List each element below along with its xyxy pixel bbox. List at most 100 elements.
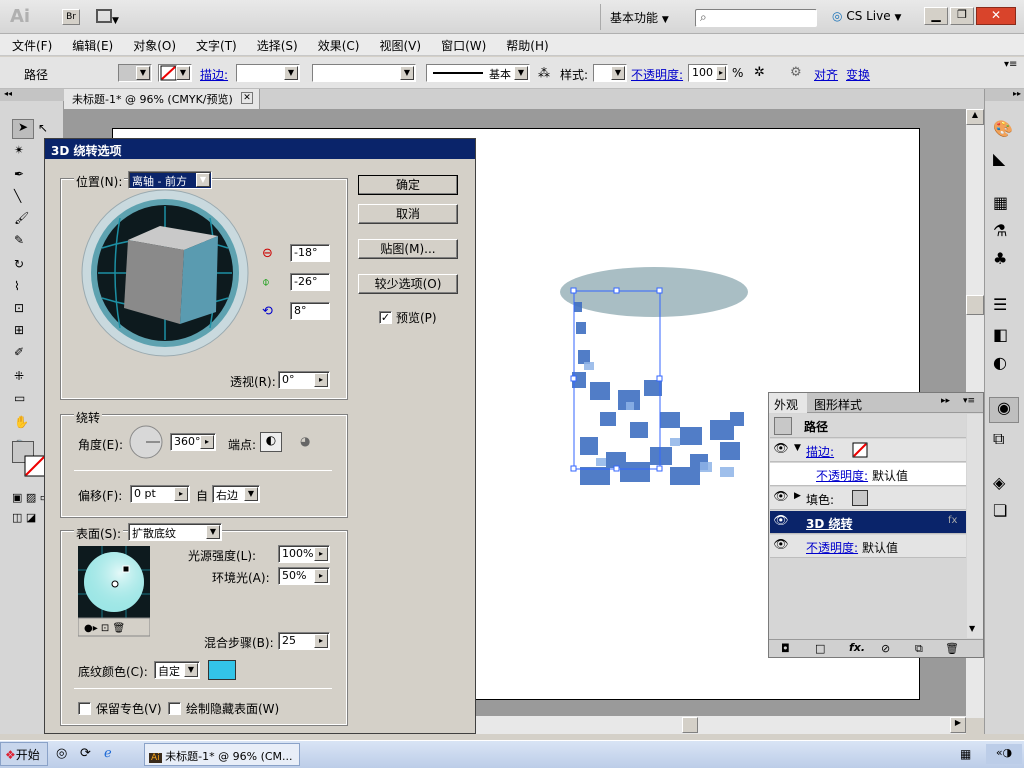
swatches-icon[interactable]: ▦ <box>993 193 1008 212</box>
transform-link[interactable]: 变换 <box>846 66 870 83</box>
menu-view[interactable]: 视图(V) <box>367 34 429 54</box>
eye-icon[interactable]: 👁 <box>772 489 790 507</box>
rotate-y-field[interactable]: -26° <box>290 273 330 291</box>
cs-live-button[interactable]: ◎ CS Live ▼ <box>832 9 916 27</box>
warp-tool[interactable]: ⌇ <box>14 279 20 293</box>
paintbrush-tool[interactable]: 🖌 <box>14 211 29 225</box>
horizontal-scroll-thumb[interactable] <box>682 717 698 733</box>
tray-expand-icon[interactable]: «◑ <box>986 744 1022 764</box>
disclosure-closed-icon[interactable]: ▶ <box>794 491 801 501</box>
recolor-icon[interactable]: ✲ <box>754 65 765 80</box>
taskbar-task-illustrator[interactable]: Ai 未标题-1* @ 96% (CM... <box>144 743 300 766</box>
cancel-button[interactable]: 取消 <box>358 204 458 224</box>
cylinder-artwork[interactable] <box>560 262 760 497</box>
scroll-up-icon[interactable]: ▲ <box>966 109 984 125</box>
document-tab[interactable]: 未标题-1* @ 96% (CMYK/预览) ✕ <box>64 89 260 109</box>
symbol-sprayer-tool[interactable]: ⁜ <box>14 369 24 383</box>
variable-width-field[interactable]: ▼ <box>312 64 416 82</box>
fill-row[interactable]: 👁 ▶ 填色: <box>770 487 966 510</box>
close-icon[interactable]: ✕ <box>241 92 253 104</box>
preserve-spot-checkbox[interactable] <box>78 702 91 715</box>
preview-checkbox[interactable]: ✓ <box>379 311 392 324</box>
stroke-opacity-row[interactable]: 不透明度: 默认值 <box>770 463 966 486</box>
menu-file[interactable]: 文件(F) <box>0 34 60 54</box>
ambient-light-field[interactable]: 50% ▸ <box>278 567 330 585</box>
cap-on-icon[interactable]: ◐ <box>260 432 282 452</box>
rotate-tool[interactable]: ↻ <box>14 257 24 271</box>
rotation-track-cube[interactable] <box>80 188 250 358</box>
close-button[interactable]: ✕ <box>976 7 1016 25</box>
opacity-field[interactable]: 100 ▸ <box>688 64 728 82</box>
vertical-scroll-thumb[interactable] <box>966 295 984 315</box>
eye-icon[interactable]: 👁 <box>772 441 790 459</box>
isolate-icon[interactable]: ⚙ <box>790 65 802 80</box>
selection-tool[interactable]: ➤ <box>12 119 34 139</box>
color-guide-icon[interactable]: ◣ <box>993 149 1005 168</box>
appearance-scrollbar[interactable]: ▼ <box>967 414 983 638</box>
opacity-link[interactable]: 不透明度: <box>631 66 683 83</box>
disclosure-open-icon[interactable]: ▼ <box>794 443 801 453</box>
expand-icon[interactable]: ▸▸ <box>941 396 950 406</box>
gradient-icon[interactable]: ◧ <box>993 325 1008 344</box>
restore-button[interactable]: ❐ <box>950 7 974 25</box>
graphic-styles-icon[interactable]: ⧉ <box>993 429 1004 449</box>
ie-icon[interactable]: ℯ <box>104 746 112 761</box>
menu-type[interactable]: 文字(T) <box>184 34 245 54</box>
minimize-button[interactable]: ▁ <box>924 7 948 25</box>
hand-tool[interactable]: ✋ <box>14 415 29 429</box>
menu-effect[interactable]: 效果(C) <box>306 34 368 54</box>
chrome-icon[interactable]: ◎ <box>56 746 67 761</box>
new-art-basic-icon[interactable]: ◘ <box>781 642 790 655</box>
angle-field[interactable]: 360° ▸ <box>170 433 216 451</box>
eyedropper-tool[interactable]: ✐ <box>14 345 24 359</box>
trash-icon[interactable]: 🗑 <box>945 642 959 655</box>
fewer-options-button[interactable]: 较少选项(O) <box>358 274 458 294</box>
color-panel-icon[interactable]: 🎨 <box>993 119 1013 138</box>
transparency-icon[interactable]: ◐ <box>993 353 1007 372</box>
draw-hidden-checkbox[interactable] <box>168 702 181 715</box>
magic-wand-tool[interactable]: ✴ <box>14 143 24 157</box>
tab-appearance[interactable]: 外观 <box>769 393 807 413</box>
menu-object[interactable]: 对象(O) <box>121 34 184 54</box>
clear-appearance-icon[interactable]: □ <box>815 642 825 655</box>
stroke-weight-field[interactable]: ▼ <box>236 64 300 82</box>
brushes-icon[interactable]: ⚗ <box>993 221 1007 240</box>
pencil-tool[interactable]: ✎ <box>14 233 24 247</box>
stroke-link[interactable]: 描边: <box>200 66 228 83</box>
scroll-right-icon[interactable]: ▶ <box>950 717 966 733</box>
rotate-z-field[interactable]: 8° <box>290 302 330 320</box>
mesh-tool[interactable]: ⊞ <box>14 323 24 337</box>
line-tool[interactable]: ╲ <box>14 189 21 203</box>
graphic-style-swatch[interactable]: ▼ <box>593 64 627 82</box>
perspective-field[interactable]: 0° ▸ <box>278 371 330 389</box>
menu-edit[interactable]: 编辑(E) <box>60 34 121 54</box>
lighting-sphere[interactable]: ●▸ ⊡ 🗑 <box>78 546 150 638</box>
rotate-x-field[interactable]: -18° <box>290 244 330 262</box>
shade-color-swatch[interactable] <box>208 660 236 680</box>
stroke-swatch[interactable]: ▼ <box>158 64 192 82</box>
map-art-button[interactable]: 贴图(M)... <box>358 239 458 259</box>
artboard-tool[interactable]: ▭ <box>14 391 25 405</box>
direct-selection-tool[interactable]: ↖ <box>38 121 48 135</box>
scroll-down-icon[interactable]: ▼ <box>969 624 975 633</box>
horizontal-scrollbar[interactable]: ▶ <box>476 716 966 734</box>
layers-icon[interactable]: ◈ <box>993 473 1005 492</box>
opacity-row[interactable]: 👁 不透明度: 默认值 <box>770 535 966 558</box>
menu-select[interactable]: 选择(S) <box>245 34 306 54</box>
stroke-opacity-link[interactable]: 不透明度: <box>816 467 868 484</box>
stroke-row[interactable]: 👁 ▼ 描边: <box>770 439 966 462</box>
from-select[interactable]: 右边 ▼ <box>212 485 260 503</box>
pen-tool[interactable]: ✒ <box>14 167 24 181</box>
app-icon[interactable]: ⟳ <box>80 746 91 761</box>
free-transform-tool[interactable]: ⊡ <box>14 301 24 315</box>
panel-menu-icon[interactable]: ▾≡ <box>963 396 975 406</box>
tab-graphic-styles[interactable]: 图形样式 <box>809 393 869 413</box>
start-button[interactable]: ❖开始 <box>0 742 48 766</box>
ok-button[interactable]: 确定 <box>358 175 458 195</box>
position-select[interactable]: 离轴 - 前方 ▼ <box>128 171 212 189</box>
light-intensity-field[interactable]: 100% ▸ <box>278 545 330 563</box>
offset-field[interactable]: 0 pt ▸ <box>130 485 190 503</box>
angle-dial[interactable] <box>128 424 164 460</box>
eye-icon[interactable]: 👁 <box>772 537 790 555</box>
blend-steps-field[interactable]: 25 ▸ <box>278 632 330 650</box>
